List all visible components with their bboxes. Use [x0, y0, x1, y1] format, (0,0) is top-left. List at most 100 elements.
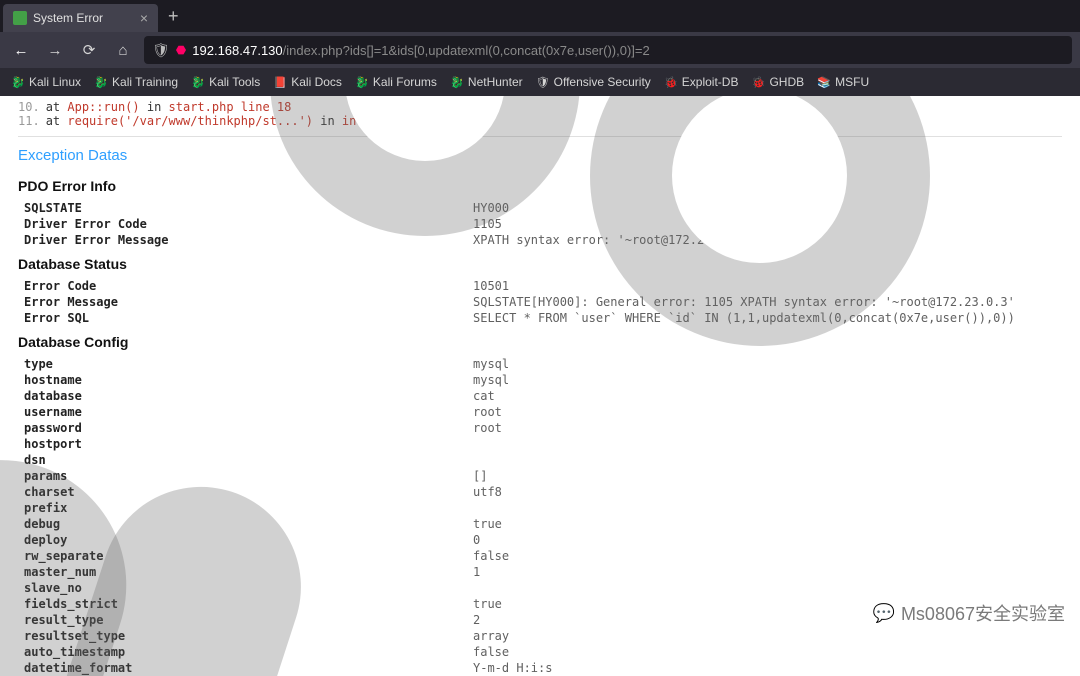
table-row: datetime_formatY-m-d H:i:s — [18, 660, 1062, 676]
bookmark-label: Offensive Security — [554, 75, 651, 89]
bookmark-item[interactable]: 🐉NetHunter — [451, 75, 523, 89]
row-key: SQLSTATE — [18, 200, 473, 216]
bug-icon: 🐞 — [665, 76, 677, 88]
row-key: auto_timestamp — [18, 644, 473, 660]
row-key: Driver Error Code — [18, 216, 473, 232]
section-title-pdo: PDO Error Info — [18, 178, 1062, 194]
bookmark-label: Kali Training — [112, 75, 178, 89]
row-key: password — [18, 420, 473, 436]
bookmark-item[interactable]: 🐉Kali Linux — [12, 75, 81, 89]
dragon-icon: 🐉 — [12, 76, 24, 88]
bookmark-item[interactable]: 🐞Exploit-DB — [665, 75, 739, 89]
row-key: debug — [18, 516, 473, 532]
url-host: 192.168.47.130 — [192, 43, 282, 58]
row-key: dsn — [18, 452, 473, 468]
bookmark-item[interactable]: 📕 Kali Docs — [274, 75, 342, 89]
exception-datas-heading[interactable]: Exception Datas — [18, 147, 1062, 164]
row-value: mysql — [473, 372, 509, 388]
table-row: slave_no — [18, 580, 1062, 596]
table-row: result_type2 — [18, 612, 1062, 628]
dragon-icon: 🐉 — [451, 76, 463, 88]
row-value: Y-m-d H:i:s — [473, 660, 552, 676]
bookmark-item[interactable]: 🐉Kali Training — [95, 75, 178, 89]
row-value: 10501 — [473, 278, 509, 294]
table-row: fields_stricttrue — [18, 596, 1062, 612]
table-row: Driver Error MessageXPATH syntax error: … — [18, 232, 1062, 248]
bookmark-item[interactable]: 🛡Offensive Security — [537, 75, 651, 89]
row-key: deploy — [18, 532, 473, 548]
tab-title: System Error — [33, 11, 103, 25]
nav-toolbar: ← → ⟳ ⌂ 🛡 ⬣ 192.168.47.130/index.php?ids… — [0, 32, 1080, 68]
row-key: hostport — [18, 436, 473, 452]
bookmark-item[interactable]: 📚MSFU — [818, 75, 869, 89]
bookmark-label: MSFU — [835, 75, 869, 89]
row-value: SQLSTATE[HY000]: General error: 1105 XPA… — [473, 294, 1015, 310]
row-key: resultset_type — [18, 628, 473, 644]
row-key: master_num — [18, 564, 473, 580]
row-key: fields_strict — [18, 596, 473, 612]
table-row: deploy0 — [18, 532, 1062, 548]
table-row: params[] — [18, 468, 1062, 484]
row-key: Error Code — [18, 278, 473, 294]
bookmark-item[interactable]: 🐞GHDB — [752, 75, 804, 89]
db-config-table: typemysqlhostnamemysqldatabasecatusernam… — [18, 356, 1062, 676]
dragon-icon: 🐉 — [356, 76, 368, 88]
table-row: master_num1 — [18, 564, 1062, 580]
row-value: false — [473, 548, 509, 564]
table-row: Error SQLSELECT * FROM `user` WHERE `id`… — [18, 310, 1062, 326]
favicon-icon — [13, 11, 27, 25]
row-value: cat — [473, 388, 495, 404]
dragon-icon: 🐉 — [192, 76, 204, 88]
home-button[interactable]: ⌂ — [110, 37, 136, 63]
bookmark-label: Kali Docs — [291, 75, 342, 89]
row-key: hostname — [18, 372, 473, 388]
table-row: charsetutf8 — [18, 484, 1062, 500]
section-title-db-config: Database Config — [18, 334, 1062, 350]
row-key: username — [18, 404, 473, 420]
row-value: XPATH syntax error: '~root@172.23.0.3' — [473, 232, 748, 248]
row-value: root — [473, 420, 502, 436]
close-icon[interactable]: × — [140, 11, 148, 25]
table-row: auto_timestampfalse — [18, 644, 1062, 660]
forward-button[interactable]: → — [42, 37, 68, 63]
table-row: Error MessageSQLSTATE[HY000]: General er… — [18, 294, 1062, 310]
tab-strip: System Error × + — [0, 0, 1080, 32]
table-row: dsn — [18, 452, 1062, 468]
table-row: SQLSTATEHY000 — [18, 200, 1062, 216]
bookmark-item[interactable]: 🐉 Kali Tools — [192, 75, 260, 89]
row-key: slave_no — [18, 580, 473, 596]
row-value: array — [473, 628, 509, 644]
reload-button[interactable]: ⟳ — [76, 37, 102, 63]
address-bar[interactable]: 🛡 ⬣ 192.168.47.130/index.php?ids[]=1&ids… — [144, 36, 1072, 64]
row-key: Error Message — [18, 294, 473, 310]
row-value: HY000 — [473, 200, 509, 216]
bookmark-item[interactable]: 🐉 Kali Forums — [356, 75, 437, 89]
bug-icon: 🐞 — [752, 76, 764, 88]
url-text: 192.168.47.130/index.php?ids[]=1&ids[0,u… — [192, 43, 649, 58]
divider — [18, 136, 1062, 137]
row-value: 0 — [473, 532, 480, 548]
table-row: usernameroot — [18, 404, 1062, 420]
section-title-db-status: Database Status — [18, 256, 1062, 272]
page-content: 10.at App::run() in start.php line 1811.… — [0, 96, 1080, 676]
table-row: Driver Error Code1105 — [18, 216, 1062, 232]
row-key: Driver Error Message — [18, 232, 473, 248]
burp-icon: ⬣ — [176, 43, 186, 57]
table-row: rw_separatefalse — [18, 548, 1062, 564]
tab-active[interactable]: System Error × — [3, 4, 158, 32]
bookmark-label: Kali Tools — [209, 75, 260, 89]
table-row: passwordroot — [18, 420, 1062, 436]
trace-line: 10.at App::run() in start.php line 18 — [18, 100, 1062, 114]
row-value: utf8 — [473, 484, 502, 500]
pdo-error-table: SQLSTATEHY000Driver Error Code1105Driver… — [18, 200, 1062, 248]
row-value: root — [473, 404, 502, 420]
bookmark-label: Kali Forums — [373, 75, 437, 89]
table-row: debugtrue — [18, 516, 1062, 532]
table-row: databasecat — [18, 388, 1062, 404]
row-key: result_type — [18, 612, 473, 628]
back-button[interactable]: ← — [8, 37, 34, 63]
doc-icon: 📕 — [274, 76, 286, 88]
bookmarks-bar: 🐉Kali Linux🐉Kali Training🐉Kali Tools📕Kal… — [0, 68, 1080, 96]
row-value: true — [473, 516, 502, 532]
new-tab-button[interactable]: + — [158, 0, 189, 32]
